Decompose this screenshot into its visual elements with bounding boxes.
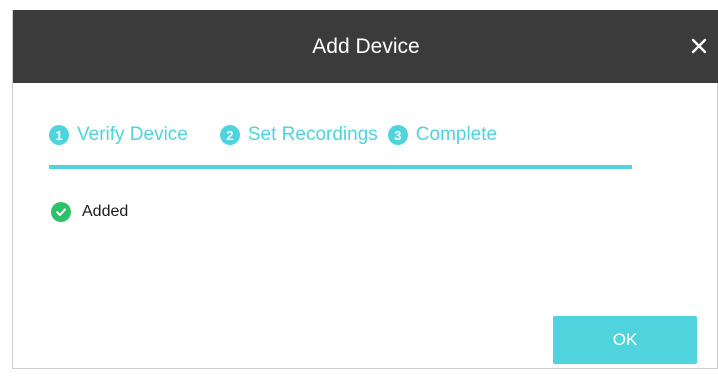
step-label-complete: Complete bbox=[415, 124, 498, 145]
dialog-title: Add Device bbox=[312, 35, 420, 58]
step-indicator: 1 Verify Device 2 Set Recordings 3 Compl… bbox=[49, 120, 511, 150]
step-number-3: 3 bbox=[387, 125, 408, 145]
step-set-recordings: 2 Set Recordings bbox=[219, 124, 378, 146]
status-text: Added bbox=[82, 203, 129, 220]
check-circle-icon bbox=[51, 202, 71, 222]
ok-button[interactable]: OK bbox=[553, 316, 697, 364]
close-icon[interactable] bbox=[687, 34, 711, 58]
step-verify-device: 1 Verify Device bbox=[49, 124, 188, 146]
step-label-set-recordings: Set Recordings bbox=[247, 124, 378, 145]
step-number-1: 1 bbox=[49, 125, 69, 145]
dialog-titlebar: Add Device bbox=[13, 10, 718, 83]
add-status: Added bbox=[51, 202, 128, 222]
add-device-dialog: Add Device 1 Verify Device 2 Set Recordi… bbox=[12, 10, 718, 369]
step-number-2: 2 bbox=[219, 125, 240, 145]
step-label-verify-device: Verify Device bbox=[77, 124, 188, 145]
step-complete: 3 Complete bbox=[387, 124, 498, 146]
step-progress-bar bbox=[49, 165, 632, 169]
